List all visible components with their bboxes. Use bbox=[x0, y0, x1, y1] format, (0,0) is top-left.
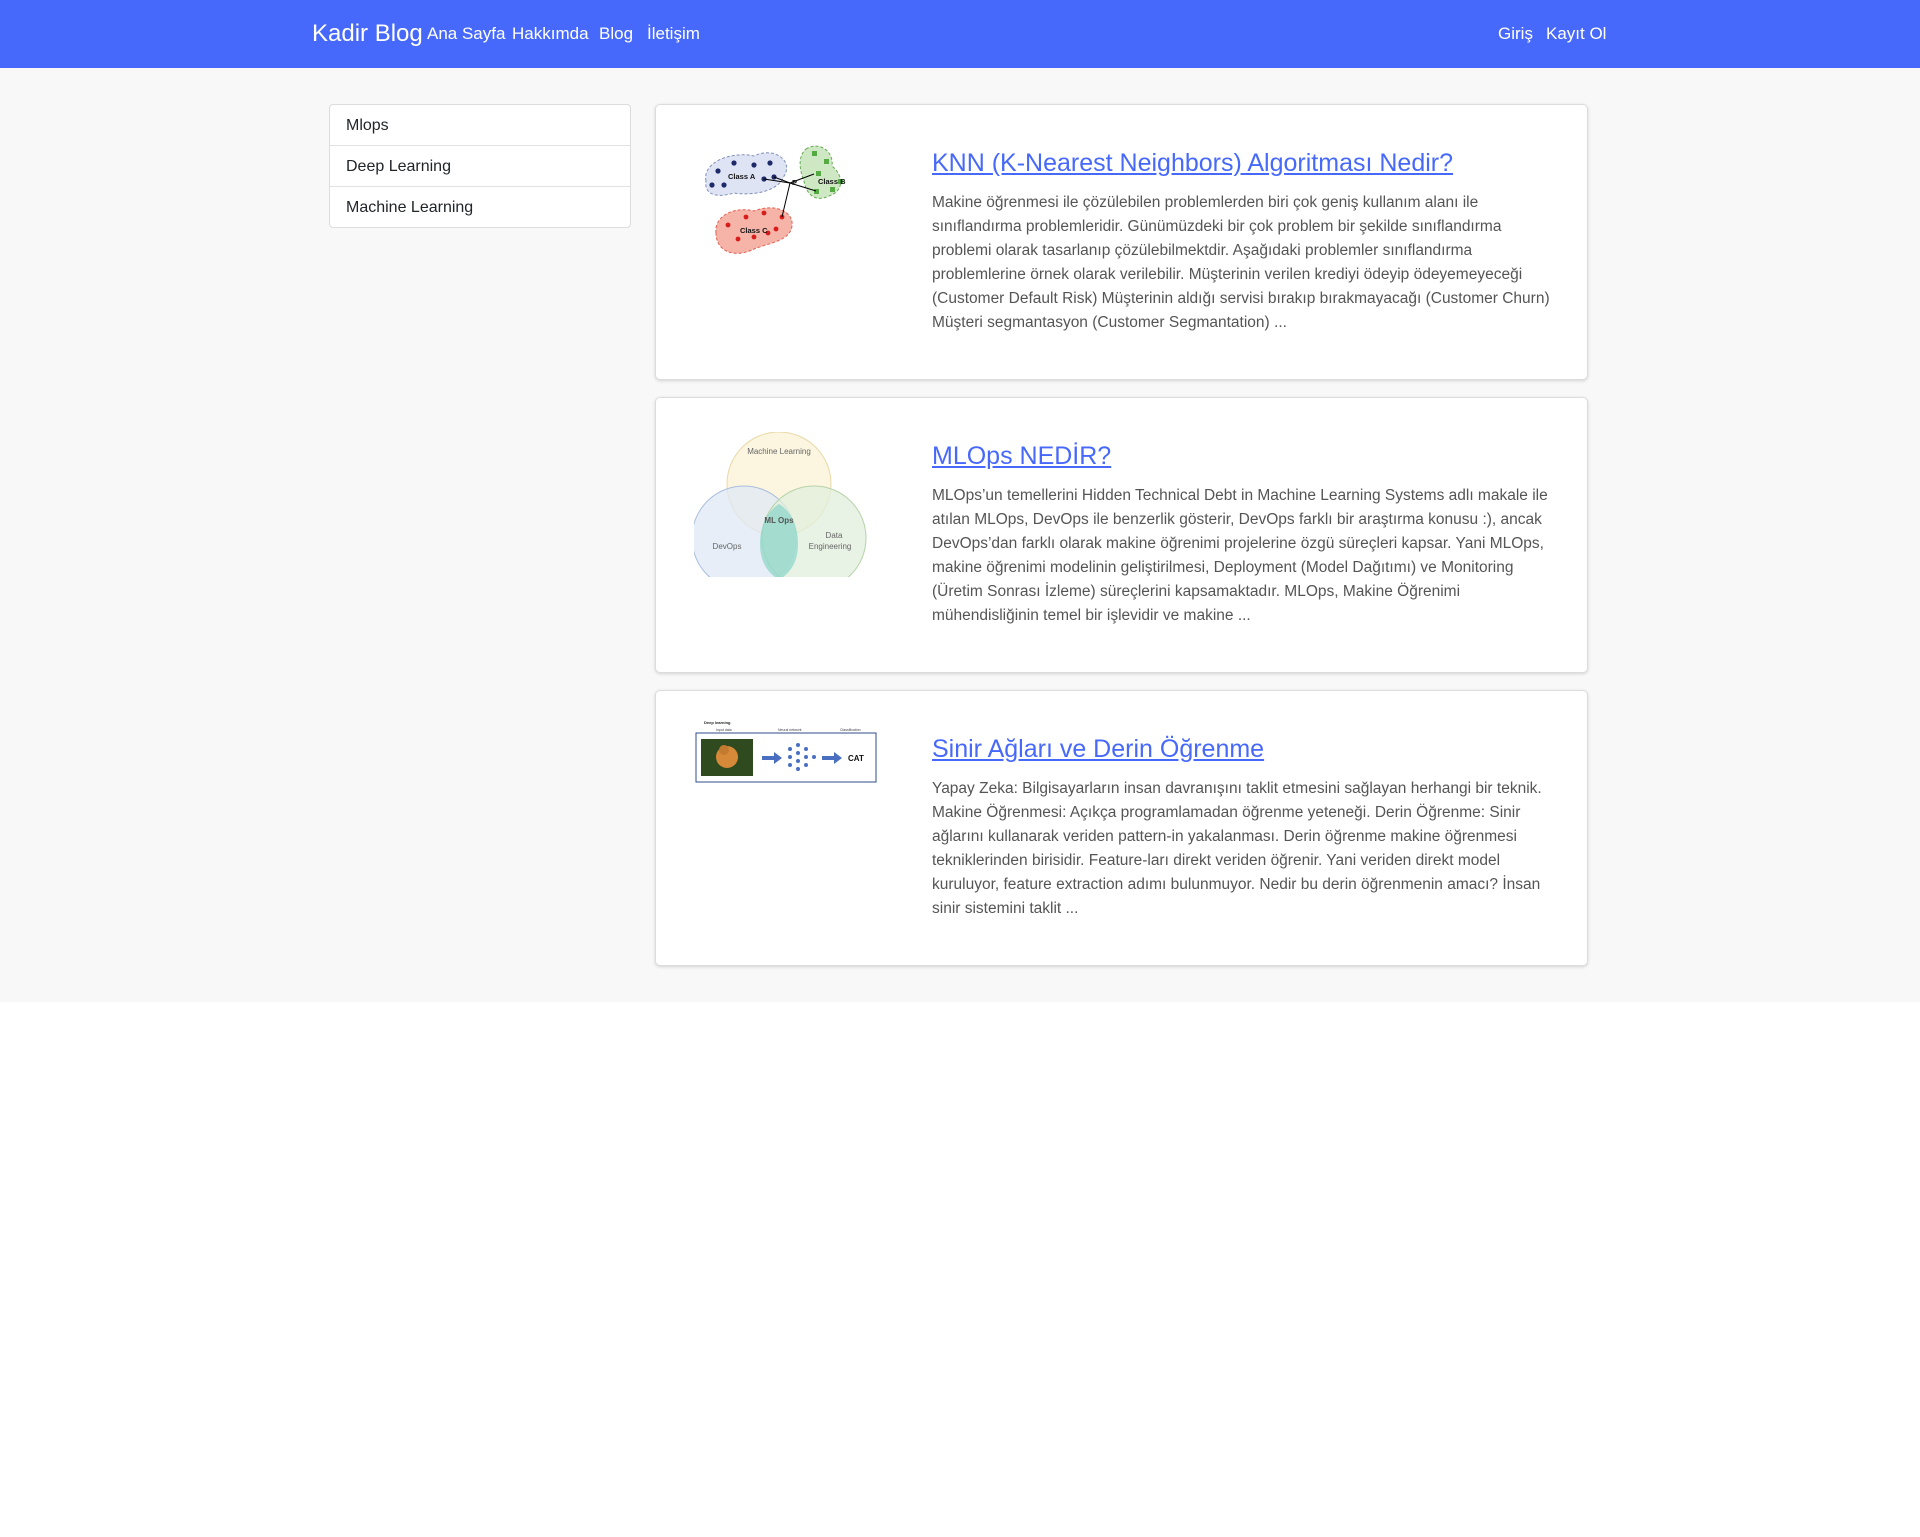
post-card-knn: Class A Class B Class C P KNN (K-Nearest… bbox=[655, 104, 1588, 380]
post-title-knn[interactable]: KNN (K-Nearest Neighbors) Algoritması Ne… bbox=[932, 149, 1453, 178]
dl-input-label: Input data bbox=[716, 728, 732, 732]
nav-link-contact[interactable]: İletişim bbox=[647, 24, 700, 44]
top-navbar: Kadir Blog Ana Sayfa Hakkımda Blog İleti… bbox=[0, 0, 1920, 68]
venn-mlops-label: ML Ops bbox=[764, 516, 794, 525]
post-card-mlops: Machine Learning ML Ops DevOps Data Engi… bbox=[655, 397, 1588, 673]
venn-devops-label: DevOps bbox=[713, 542, 742, 551]
post-title-neural-networks[interactable]: Sinir Ağları ve Derin Öğrenme bbox=[932, 735, 1264, 764]
post-excerpt-knn: Makine öğrenmesi ile çözülebilen problem… bbox=[932, 194, 1550, 331]
dl-class-label: Classification bbox=[840, 728, 861, 732]
sidebar-item-mlops[interactable]: Mlops bbox=[330, 105, 630, 146]
post-excerpt-mlops: MLOps’un temellerini Hidden Technical De… bbox=[932, 487, 1548, 624]
knn-class-a-label: Class A bbox=[728, 172, 756, 181]
post-title-mlops[interactable]: MLOps NEDİR? bbox=[932, 442, 1111, 471]
knn-point-label: P bbox=[792, 178, 797, 187]
venn-ml-label: Machine Learning bbox=[747, 447, 811, 456]
dl-title-label: Deep learning bbox=[704, 720, 731, 725]
post-excerpt-neural-networks: Yapay Zeka: Bilgisayarların insan davran… bbox=[932, 780, 1542, 917]
post-card-neural-networks: Deep learning Input data Neural network … bbox=[655, 690, 1588, 966]
nav-link-about[interactable]: Hakkımda bbox=[512, 24, 589, 44]
venn-data-label: Data bbox=[826, 531, 843, 540]
register-link[interactable]: Kayıt Ol bbox=[1546, 24, 1606, 44]
sidebar-item-deep-learning[interactable]: Deep Learning bbox=[330, 146, 630, 187]
sidebar-item-machine-learning[interactable]: Machine Learning bbox=[330, 187, 630, 228]
nav-link-blog[interactable]: Blog bbox=[599, 24, 633, 44]
brand-logo[interactable]: Kadir Blog bbox=[312, 20, 423, 48]
dl-network-label: Neural network bbox=[778, 728, 802, 732]
login-link[interactable]: Giriş bbox=[1498, 24, 1533, 44]
dl-cat-label: CAT bbox=[848, 754, 864, 763]
deep-learning-thumbnail[interactable]: Deep learning Input data Neural network … bbox=[694, 719, 879, 789]
category-sidebar: Mlops Deep Learning Machine Learning bbox=[329, 104, 631, 228]
venn-engineering-label: Engineering bbox=[809, 542, 852, 551]
mlops-venn-thumbnail[interactable]: Machine Learning ML Ops DevOps Data Engi… bbox=[694, 432, 879, 577]
knn-class-b-label: Class B bbox=[818, 177, 846, 186]
knn-diagram-thumbnail[interactable]: Class A Class B Class C P bbox=[694, 141, 879, 286]
nav-link-home[interactable]: Ana Sayfa bbox=[427, 24, 505, 44]
knn-class-c-label: Class C bbox=[740, 226, 768, 235]
